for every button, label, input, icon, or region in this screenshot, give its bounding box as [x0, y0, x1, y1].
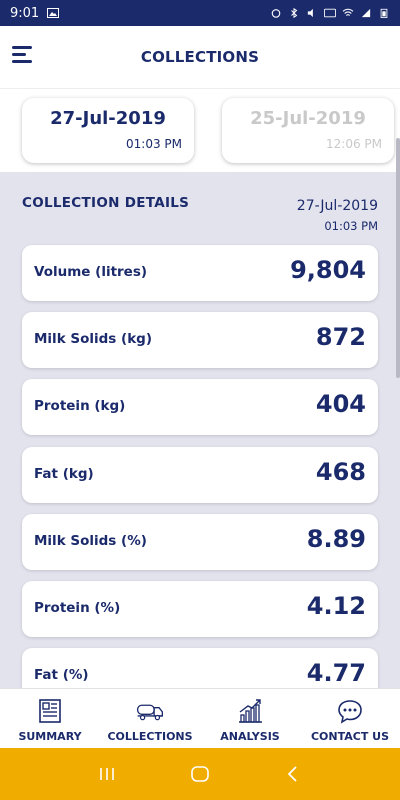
detail-value: 4.12	[306, 592, 366, 620]
detail-card-fat-kg: Fat (kg) 468	[22, 447, 378, 503]
nav-analysis[interactable]: ANALYSIS	[200, 689, 300, 748]
back-icon	[288, 766, 297, 782]
nav-label: COLLECTIONS	[107, 730, 193, 743]
wifi-icon	[342, 8, 354, 16]
status-icons	[270, 8, 390, 18]
nav-label: ANALYSIS	[220, 730, 280, 743]
date-tab-date: 25-Jul-2019	[250, 108, 366, 129]
signal-icon	[361, 8, 371, 18]
nav-label: SUMMARY	[18, 730, 82, 743]
detail-value: 8.89	[306, 525, 366, 553]
back-button[interactable]	[278, 759, 308, 789]
collection-details-title: COLLECTION DETAILS	[22, 195, 190, 211]
detail-label: Milk Solids (%)	[34, 533, 147, 549]
date-selector: 27-Jul-2019 01:03 PM 25-Jul-2019 12:06 P…	[0, 88, 400, 172]
status-bar: 9:01	[0, 0, 400, 26]
home-button[interactable]	[185, 759, 215, 789]
date-tab-time: 12:06 PM	[326, 137, 382, 151]
status-time: 9:01	[10, 5, 40, 21]
nav-collections[interactable]: COLLECTIONS	[100, 689, 200, 748]
detail-card-volume: Volume (litres) 9,804	[22, 245, 378, 301]
date-tab-inactive[interactable]: 25-Jul-2019 12:06 PM	[222, 98, 394, 163]
page-title: COLLECTIONS	[140, 48, 260, 66]
detail-label: Fat (%)	[34, 667, 89, 683]
nav-summary[interactable]: SUMMARY	[0, 689, 100, 748]
detail-card-protein-pct: Protein (%) 4.12	[22, 581, 378, 637]
date-tab-active[interactable]: 27-Jul-2019 01:03 PM	[22, 98, 194, 163]
date-tab-date: 27-Jul-2019	[50, 108, 166, 129]
chat-icon	[338, 700, 362, 724]
detail-card-milk-solids-pct: Milk Solids (%) 8.89	[22, 514, 378, 570]
battery-icon	[380, 8, 388, 18]
nav-label: CONTACT US	[310, 730, 390, 743]
home-icon	[191, 766, 209, 782]
detail-label: Fat (kg)	[34, 466, 94, 482]
system-nav-bar	[0, 748, 400, 800]
bluetooth-icon	[291, 8, 298, 18]
summary-icon	[39, 699, 61, 723]
collection-details-date: 27-Jul-2019	[296, 198, 378, 214]
collection-details-header: COLLECTION DETAILS 27-Jul-2019 01:03 PM	[22, 190, 378, 236]
scrollbar[interactable]	[396, 138, 400, 378]
date-tab-time: 01:03 PM	[126, 137, 182, 151]
volte-icon	[324, 8, 336, 18]
detail-card-protein-kg: Protein (kg) 404	[22, 379, 378, 435]
image-notification-icon	[47, 8, 60, 18]
menu-icon[interactable]	[12, 44, 34, 66]
detail-value: 404	[315, 390, 366, 418]
nav-contact-us[interactable]: CONTACT US	[300, 689, 400, 748]
bottom-nav: SUMMARY COLLECTIONS ANALYSIS CONTACT US	[0, 688, 400, 748]
detail-label: Protein (kg)	[34, 398, 126, 414]
analysis-icon	[239, 699, 262, 723]
detail-value: 872	[315, 323, 366, 351]
recents-button[interactable]	[92, 759, 122, 789]
app-header: COLLECTIONS	[0, 26, 400, 88]
detail-card-milk-solids-kg: Milk Solids (kg) 872	[22, 312, 378, 368]
detail-value: 4.77	[306, 659, 366, 687]
detail-label: Volume (litres)	[34, 264, 148, 280]
detail-value: 468	[315, 458, 366, 486]
detail-label: Protein (%)	[34, 600, 121, 616]
mute-icon	[307, 8, 313, 18]
detail-value: 9,804	[290, 256, 366, 284]
detail-label: Milk Solids (kg)	[34, 331, 152, 347]
recents-icon	[99, 768, 114, 780]
collection-details-time: 01:03 PM	[324, 219, 378, 233]
tanker-icon	[136, 704, 164, 721]
alarm-icon	[271, 9, 281, 18]
